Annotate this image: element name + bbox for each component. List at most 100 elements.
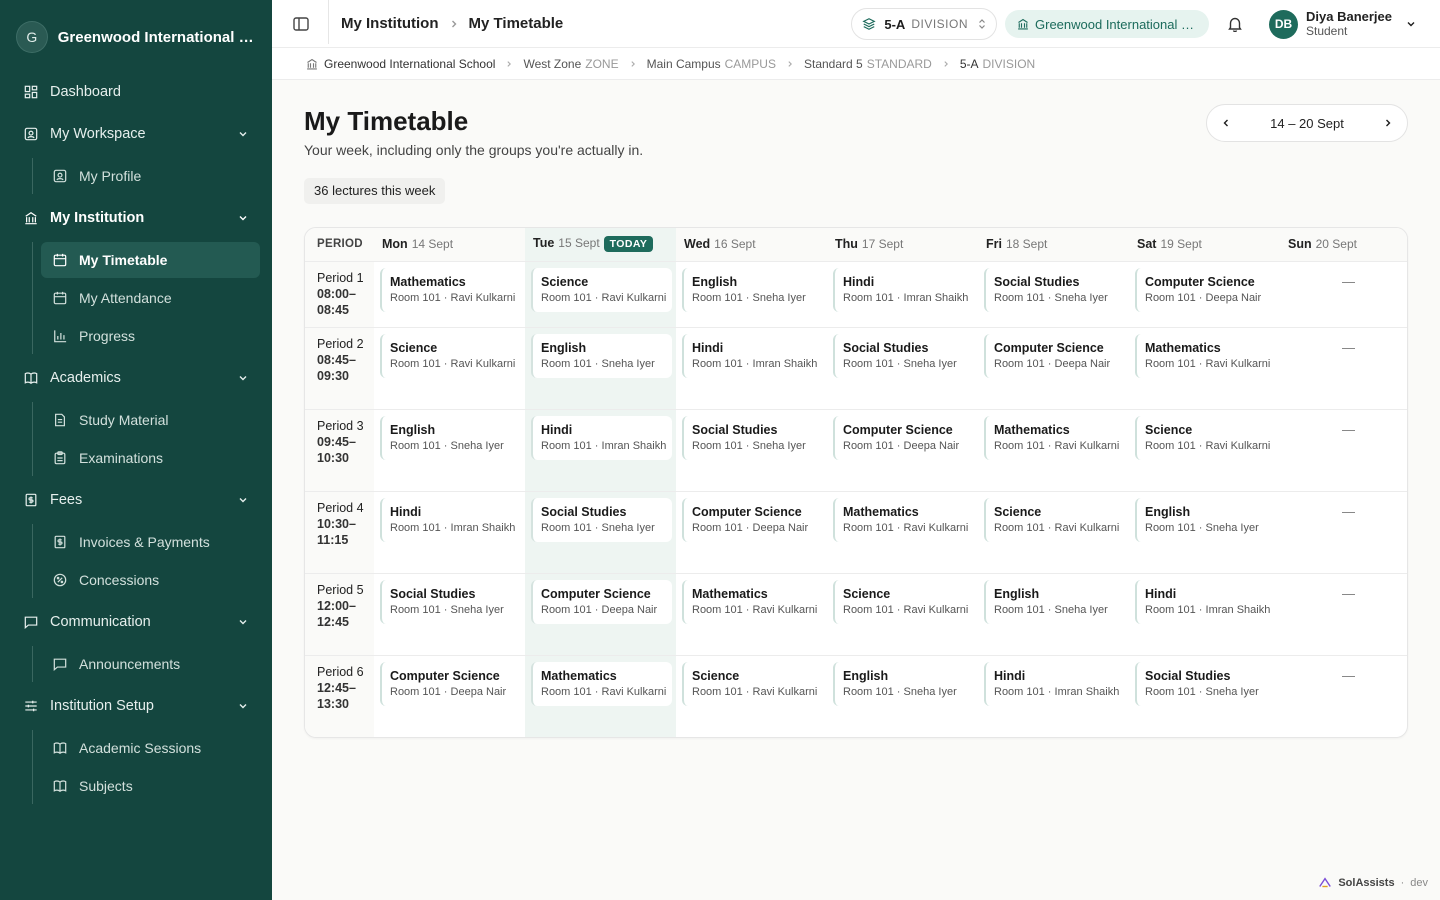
division-selector[interactable]: 5-A DIVISION [851,8,997,40]
lecture-subject: Mathematics [994,422,1070,437]
topbar-crumb-institution[interactable]: My Institution [341,15,439,32]
lecture-card[interactable]: Social Studies Room 101 · Sneha Iyer [682,415,823,460]
sidebar-item-label: My Institution [50,210,145,226]
sidebar-item-timetable[interactable]: My Timetable [41,242,260,278]
sidebar-item-attendance[interactable]: My Attendance [41,280,260,316]
sidebar-section-academics[interactable]: Academics [12,360,260,396]
lecture-card[interactable]: Mathematics Room 101 · Ravi Kulkarni [984,415,1125,460]
lecture-card[interactable]: Science Room 101 · Ravi Kulkarni [531,267,672,312]
lecture-card[interactable]: Mathematics Room 101 · Ravi Kulkarni [682,579,823,624]
lecture-card[interactable]: Social Studies Room 101 · Sneha Iyer [380,579,521,624]
user-info[interactable]: Diya Banerjee Student [1306,9,1392,39]
sidebar-section-fees[interactable]: Fees [12,482,260,518]
chevron-left-icon[interactable] [1221,118,1231,128]
sidebar-item-label: Communication [50,614,151,630]
lecture-card[interactable]: Mathematics Room 101 · Ravi Kulkarni [531,661,672,706]
sidebar-item-announcements[interactable]: Announcements [41,646,260,682]
period-time: 08:45–09:30 [317,352,356,383]
day-header: Tue 15 Sept TODAY [525,228,676,262]
timetable-cell: Science Room 101 · Ravi Kulkarni [676,655,827,737]
org-switcher[interactable]: G Greenwood International Sc... [0,0,272,74]
lecture-card[interactable]: Computer Science Room 101 · Deepa Nair [531,579,672,624]
chevron-down-icon[interactable] [1406,19,1416,29]
lecture-card[interactable]: Computer Science Room 101 · Deepa Nair [682,497,823,542]
lecture-card[interactable]: Hindi Room 101 · Imran Shaikh [1135,579,1276,624]
sidebar: G Greenwood International Sc... Dashboar… [0,0,272,900]
lecture-subject: Social Studies [1145,668,1231,683]
lecture-card[interactable]: English Room 101 · Sneha Iyer [682,267,823,312]
breadcrumb-division: 5-A DIVISION [960,57,1035,71]
lecture-card[interactable]: Social Studies Room 101 · Sneha Iyer [833,333,974,378]
lecture-card[interactable]: Hindi Room 101 · Imran Shaikh [380,497,521,542]
sidebar-item-profile[interactable]: My Profile [41,158,260,194]
sidebar-item-progress[interactable]: Progress [41,318,260,354]
breadcrumb-campus[interactable]: Main Campus CAMPUS [647,57,776,71]
chevron-right-icon [631,60,635,67]
chevron-right-icon[interactable] [1383,118,1393,128]
timetable-cell: Computer Science Room 101 · Deepa Nair [827,409,978,492]
sidebar-item-examinations[interactable]: Examinations [41,440,260,476]
sidebar-item-invoices[interactable]: Invoices & Payments [41,524,260,560]
timetable-cell: English Room 101 · Sneha Iyer [978,573,1129,656]
lecture-card[interactable]: Hindi Room 101 · Imran Shaikh [682,333,823,378]
lecture-card[interactable]: Science Room 101 · Ravi Kulkarni [984,497,1125,542]
lecture-card[interactable]: Computer Science Room 101 · Deepa Nair [380,661,521,706]
lecture-card[interactable]: Mathematics Room 101 · Ravi Kulkarni [833,497,974,542]
breadcrumb: Greenwood International School West Zone… [272,48,1440,80]
lecture-subject: Social Studies [390,586,476,601]
lecture-card[interactable]: English Room 101 · Sneha Iyer [1135,497,1276,542]
lecture-card[interactable]: English Room 101 · Sneha Iyer [531,333,672,378]
chevron-right-icon [788,60,792,67]
period-time: 10:30–11:15 [317,516,356,547]
lecture-card[interactable]: Computer Science Room 101 · Deepa Nair [984,333,1125,378]
page-subtitle: Your week, including only the groups you… [304,142,644,158]
lecture-card[interactable]: Mathematics Room 101 · Ravi Kulkarni [1135,333,1276,378]
sidebar-item-academic-sessions[interactable]: Academic Sessions [41,730,260,766]
sidebar-item-study-material[interactable]: Study Material [41,402,260,438]
lecture-card[interactable]: Science Room 101 · Ravi Kulkarni [682,661,823,706]
lecture-card[interactable]: Computer Science Room 101 · Deepa Nair [833,415,974,460]
sidebar-section-workspace[interactable]: My Workspace [12,116,260,152]
breadcrumb-school[interactable]: Greenwood International School [324,57,495,71]
sidebar-section-communication[interactable]: Communication [12,604,260,640]
lecture-card[interactable]: English Room 101 · Sneha Iyer [984,579,1125,624]
sidebar-item-subjects[interactable]: Subjects [41,768,260,804]
sidebar-item-label: Progress [79,328,136,344]
lecture-card[interactable]: Hindi Room 101 · Imran Shaikh [531,415,672,460]
day-name: Tue [533,236,555,251]
lecture-card[interactable]: Social Studies Room 101 · Sneha Iyer [1135,661,1276,706]
file-icon [53,413,67,427]
school-selector[interactable]: Greenwood International S... [1005,10,1209,38]
sidebar-subnav: My Profile [32,158,260,194]
sidebar-toggle-icon[interactable] [292,15,310,33]
lecture-subject: Science [692,668,740,683]
lecture-card[interactable]: Hindi Room 101 · Imran Shaikh [984,661,1125,706]
lecture-card[interactable]: English Room 101 · Sneha Iyer [380,415,521,460]
sidebar-section-institution[interactable]: My Institution [12,200,260,236]
avatar[interactable]: DB [1269,9,1298,39]
sidebar-item-concessions[interactable]: Concessions [41,562,260,598]
lecture-card[interactable]: Hindi Room 101 · Imran Shaikh [833,267,974,312]
timetable-body: Period 1 08:00–08:45 Mathematics Room 101 ·… [305,261,1407,737]
lecture-card[interactable]: Computer Science Room 101 · Deepa Nair [1135,267,1276,312]
bell-icon[interactable] [1227,16,1243,32]
lecture-room-teacher: Room 101 · Ravi Kulkarni [1145,439,1271,452]
sidebar-item-dashboard[interactable]: Dashboard [12,74,260,110]
lecture-subject: Computer Science [541,586,651,601]
sidebar-section-setup[interactable]: Institution Setup [12,688,260,724]
lecture-subject: Mathematics [843,504,919,519]
lecture-card[interactable]: Mathematics Room 101 · Ravi Kulkarni [380,267,521,312]
lecture-room-teacher: Room 101 · Sneha Iyer [390,439,504,452]
timetable-cell: Social Studies Room 101 · Sneha Iyer [676,409,827,492]
lecture-card[interactable]: English Room 101 · Sneha Iyer [833,661,974,706]
timetable-cell: English Room 101 · Sneha Iyer [374,409,525,492]
lecture-card[interactable]: Science Room 101 · Ravi Kulkarni [380,333,521,378]
period-time: 12:00–12:45 [317,598,356,629]
lecture-card[interactable]: Science Room 101 · Ravi Kulkarni [1135,415,1276,460]
lecture-card[interactable]: Social Studies Room 101 · Sneha Iyer [531,497,672,542]
breadcrumb-zone[interactable]: West Zone ZONE [523,57,618,71]
lecture-card[interactable]: Social Studies Room 101 · Sneha Iyer [984,267,1125,312]
sidebar-item-label: Academics [50,370,121,386]
breadcrumb-standard[interactable]: Standard 5 STANDARD [804,57,932,71]
lecture-card[interactable]: Science Room 101 · Ravi Kulkarni [833,579,974,624]
